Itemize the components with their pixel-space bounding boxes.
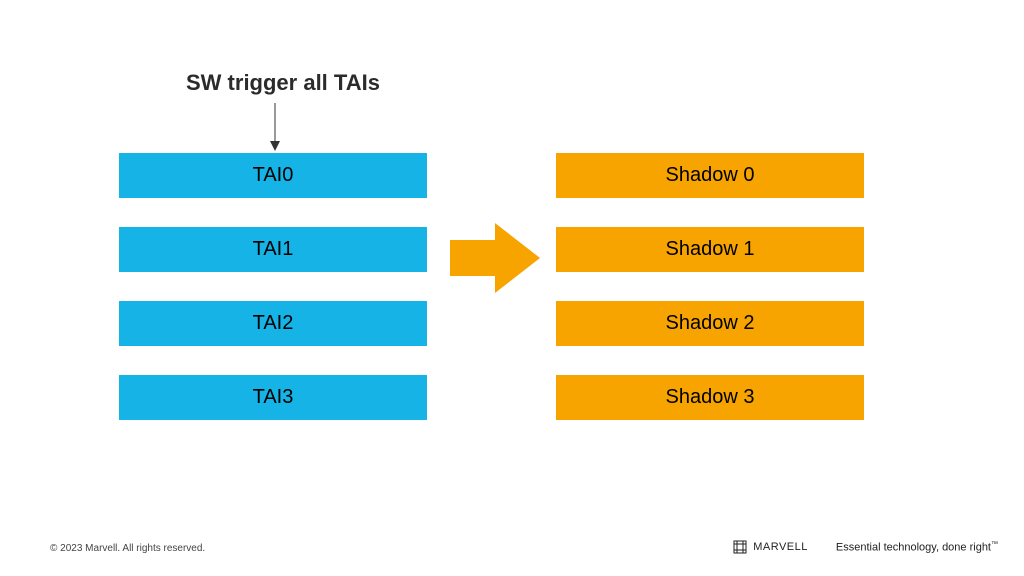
footer-right: MARVELL Essential technology, done right… (733, 540, 998, 554)
tagline: Essential technology, done right™ (836, 541, 998, 554)
tai-block: TAI3 (119, 375, 427, 420)
tai-block: TAI1 (119, 227, 427, 272)
shadow-block: Shadow 2 (556, 301, 864, 346)
marvell-logo-icon (733, 540, 747, 554)
brand-name: MARVELL (753, 541, 808, 553)
slide: SW trigger all TAIs TAI0 TAI1 TAI2 TAI3 … (0, 0, 1024, 576)
tai-block: TAI0 (119, 153, 427, 198)
arrow-right-icon (450, 223, 540, 293)
shadow-block: Shadow 3 (556, 375, 864, 420)
brand-logo: MARVELL (733, 540, 808, 554)
shadow-block: Shadow 1 (556, 227, 864, 272)
tai-block: TAI2 (119, 301, 427, 346)
left-column: TAI0 TAI1 TAI2 TAI3 (119, 153, 427, 449)
arrow-down-icon (268, 103, 282, 151)
diagram-title: SW trigger all TAIs (186, 70, 380, 96)
shadow-block: Shadow 0 (556, 153, 864, 198)
copyright-text: © 2023 Marvell. All rights reserved. (50, 543, 205, 554)
right-column: Shadow 0 Shadow 1 Shadow 2 Shadow 3 (556, 153, 864, 449)
